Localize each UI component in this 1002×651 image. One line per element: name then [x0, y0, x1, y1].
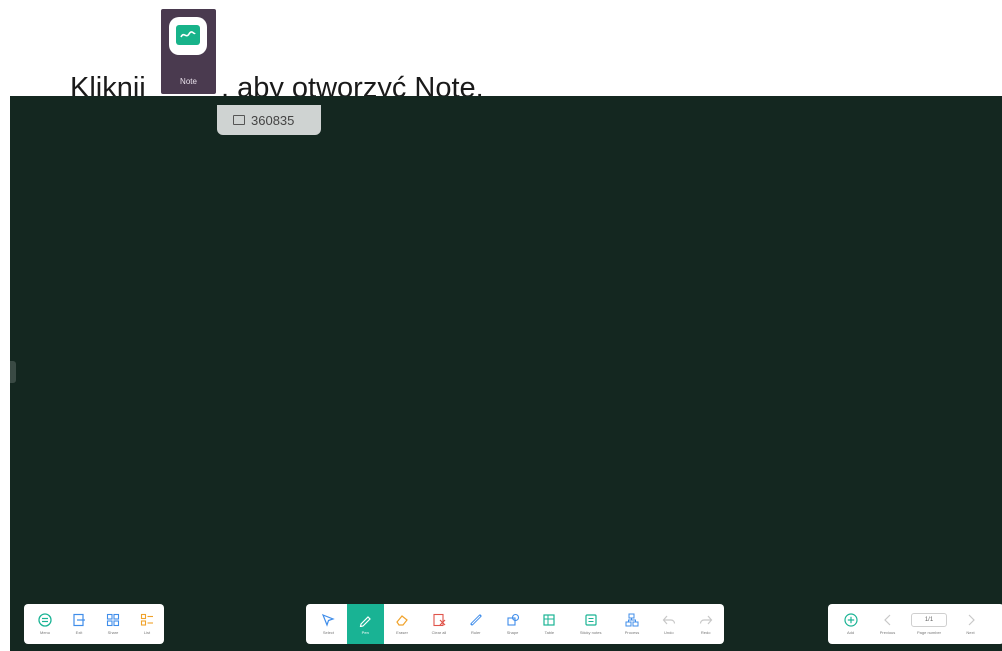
board-id-badge[interactable]: 360835 [217, 105, 321, 135]
undo-button[interactable]: Undo [650, 604, 687, 644]
table-button[interactable]: Table [531, 604, 568, 644]
eraser-label: Eraser [396, 630, 408, 635]
sticky-notes-button[interactable]: Sticky notes [568, 604, 614, 644]
menu-label: Menu [39, 630, 50, 635]
share-button[interactable]: Share [96, 604, 130, 644]
shape-icon [506, 613, 520, 627]
process-label: Process [624, 630, 640, 635]
list-icon [140, 613, 154, 627]
next-label: Next [966, 630, 975, 635]
process-icon [625, 613, 639, 627]
list-label: List [143, 630, 151, 635]
clear-all-icon [432, 613, 446, 627]
chevron-right-icon [964, 613, 978, 627]
board-id-value: 360835 [251, 112, 295, 128]
whiteboard-canvas[interactable]: 360835 Menu Exit Share List Select Pen E… [10, 96, 1002, 651]
sticky-note-icon [584, 613, 598, 627]
sticky-notes-label: Sticky notes [579, 630, 602, 635]
menu-button[interactable]: Menu [28, 604, 62, 644]
page-number-label: Page number [916, 630, 941, 635]
exit-icon [72, 613, 86, 627]
page-number-value: 1/1 [911, 613, 947, 627]
undo-label: Undo [664, 630, 674, 635]
page-number-field[interactable]: 1/1 Page number [906, 604, 952, 644]
whiteboard-icon [176, 25, 200, 45]
next-page-button[interactable]: Next [952, 604, 989, 644]
previous-page-button[interactable]: Previous [869, 604, 906, 644]
exit-button[interactable]: Exit [62, 604, 96, 644]
eraser-icon [395, 613, 409, 627]
pen-button[interactable]: Pen [346, 604, 384, 644]
drawing-toolbar: Select Pen Eraser Clear all Ruler Shape … [306, 604, 724, 644]
process-button[interactable]: Process [614, 604, 651, 644]
ruler-button[interactable]: Ruler [457, 604, 494, 644]
table-label: Table [544, 630, 555, 635]
eraser-button[interactable]: Eraser [384, 604, 421, 644]
redo-button[interactable]: Redo [687, 604, 724, 644]
pen-icon [358, 613, 372, 627]
add-label: Add [846, 630, 855, 635]
previous-label: Previous [879, 630, 896, 635]
table-icon [542, 613, 556, 627]
chevron-left-icon [881, 613, 895, 627]
redo-label: Redo [700, 630, 711, 635]
select-button[interactable]: Select [310, 604, 347, 644]
shape-button[interactable]: Shape [494, 604, 531, 644]
undo-icon [662, 613, 676, 627]
menu-circle-icon [38, 613, 52, 627]
redo-icon [699, 613, 713, 627]
screen-icon [233, 115, 245, 125]
cursor-icon [321, 613, 336, 627]
share-label: Share [107, 630, 119, 635]
left-toolbar: Menu Exit Share List [24, 604, 164, 644]
list-button[interactable]: List [130, 604, 164, 644]
ruler-label: Ruler [470, 630, 481, 635]
page-toolbar: Add Previous 1/1 Page number Next [828, 604, 1002, 644]
clear-all-label: Clear all [431, 630, 447, 635]
exit-label: Exit [75, 630, 83, 635]
pen-label: Pen [361, 630, 369, 635]
note-app-icon[interactable]: Note [161, 9, 216, 94]
ruler-icon [469, 613, 483, 627]
plus-circle-icon [843, 613, 858, 627]
select-label: Select [322, 630, 334, 635]
qr-grid-icon [106, 613, 120, 627]
add-page-button[interactable]: Add [832, 604, 869, 644]
app-icon-caption: Note [180, 77, 197, 86]
side-panel-handle[interactable] [10, 361, 16, 383]
clear-all-button[interactable]: Clear all [420, 604, 457, 644]
shape-label: Shape [506, 630, 519, 635]
